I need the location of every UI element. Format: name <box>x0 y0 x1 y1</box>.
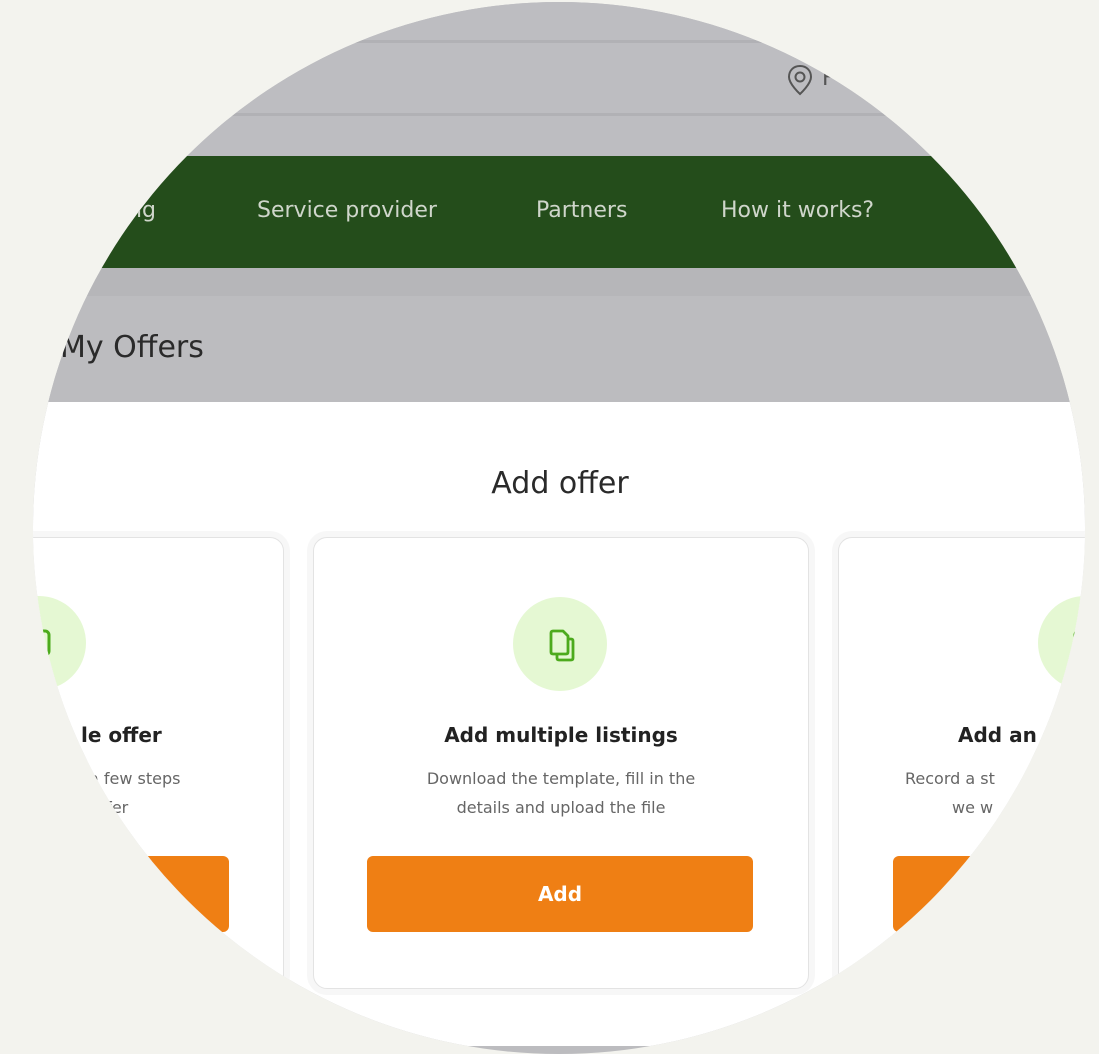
card-description-line: we w <box>952 798 994 817</box>
card-description-line: offer <box>91 798 129 817</box>
card-title: le offer <box>81 723 162 747</box>
card-title: Add multiple listings <box>444 723 678 747</box>
multiple-listings-icon <box>513 597 607 691</box>
panel-title: Add offer <box>491 466 629 501</box>
page-title: My Offers <box>60 330 204 365</box>
add-multiple-listings-button[interactable]: Add <box>367 856 753 932</box>
subheader-band <box>33 268 1085 296</box>
card-title: Add an <box>958 723 1037 747</box>
offer-card-other: Add an Record a st we w <box>838 537 1085 989</box>
offer-card-single: le offer a few steps offer <box>33 537 284 989</box>
nav-item-how-it-works[interactable]: How it works? <box>721 198 874 223</box>
top-bar: F <box>33 2 1085 156</box>
record-offer-icon <box>1038 596 1085 690</box>
nav-item-service-provider[interactable]: Service provider <box>257 198 437 223</box>
page-scene: F ng Service provider Partners How it wo… <box>33 2 1085 1046</box>
offer-card-multiple: Add multiple listings Download the templ… <box>313 537 809 989</box>
card-description-line: Record a st <box>905 769 995 788</box>
single-offer-icon <box>33 596 86 690</box>
card-description-line: details and upload the file <box>456 798 666 817</box>
zoom-lens: F ng Service provider Partners How it wo… <box>33 2 1085 1054</box>
divider <box>33 113 1085 116</box>
divider <box>33 40 1085 43</box>
add-single-offer-button[interactable] <box>39 856 229 932</box>
location-pin-icon[interactable] <box>786 64 814 96</box>
card-description-line: Download the template, fill in the <box>426 769 696 788</box>
card-description-line: a few steps <box>89 769 181 788</box>
add-other-offer-button[interactable] <box>893 856 1085 932</box>
nav-item-listing[interactable]: ng <box>128 198 156 223</box>
location-label[interactable]: F <box>822 66 835 91</box>
nav-item-partners[interactable]: Partners <box>536 198 627 223</box>
